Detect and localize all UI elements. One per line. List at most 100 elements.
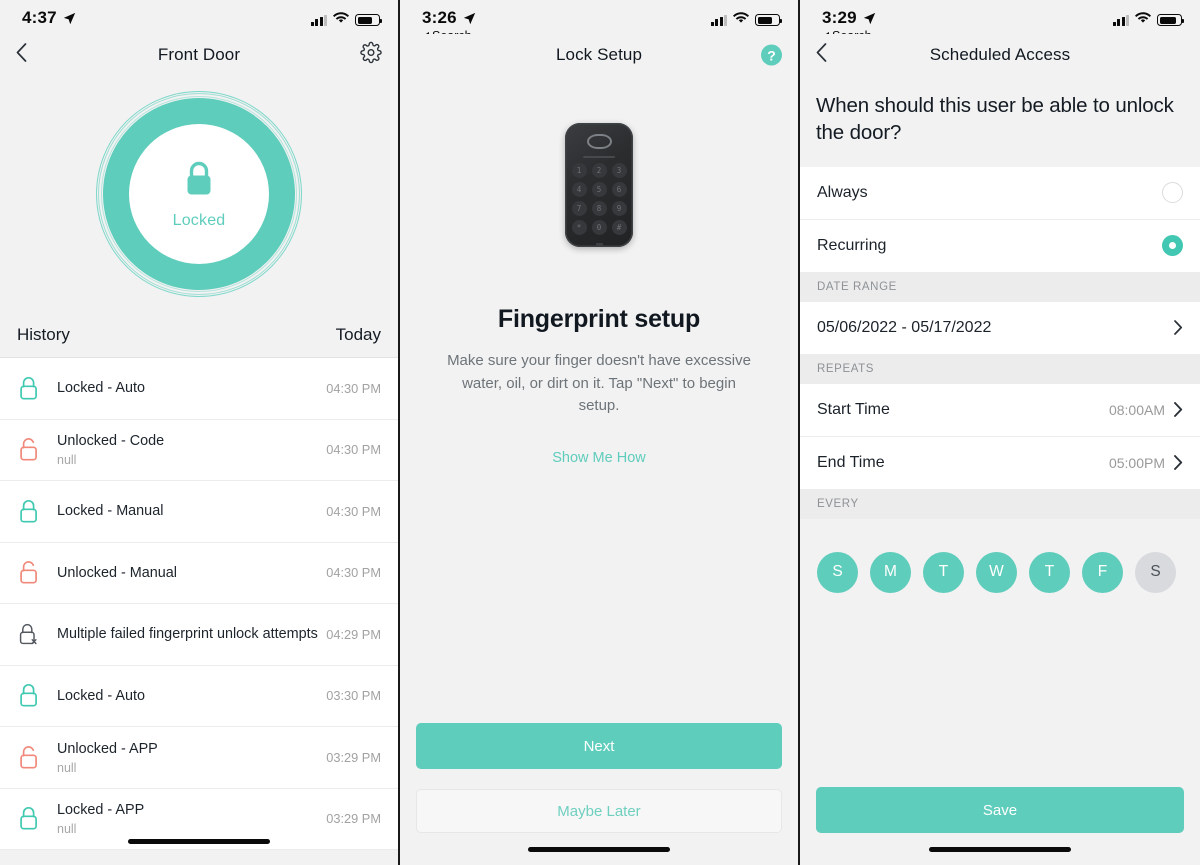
help-button[interactable]: ? [761,44,782,66]
history-row[interactable]: Locked - Auto 04:30 PM [0,358,398,420]
chevron-left-icon [16,43,27,66]
status-bar-right [310,8,383,29]
padlock-open-icon [20,745,37,769]
history-row-texts: Locked - Auto [57,379,318,397]
battery-icon [755,14,783,26]
lock-state-label: Locked [172,211,226,229]
row-label: End Time [817,453,885,471]
status-time: 4:37 [22,8,57,27]
padlock-closed-icon [17,375,57,402]
history-range-label[interactable]: Today [336,325,381,345]
keypad-key: 9 [611,201,627,217]
location-arrow-icon [463,12,476,25]
chevron-right-icon [1174,455,1183,470]
date-range-row[interactable]: 05/06/2022 - 05/17/2022 [800,301,1200,355]
start-time-row[interactable]: Start Time 08:00AM [800,383,1200,437]
padlock-open-icon [17,744,57,771]
history-row[interactable]: Locked - Auto 03:30 PM [0,665,398,727]
status-bar: 3:26 Search [400,0,798,43]
maybe-later-button[interactable]: Maybe Later [416,789,782,833]
day-toggle[interactable]: M [870,551,911,593]
lock-toggle-dial[interactable]: Locked [96,91,302,297]
keypad-key: 2 [591,163,607,179]
history-event-title: Unlocked - Code [57,433,165,450]
section-question: When should this user be able to unlock … [816,94,1174,145]
settings-button[interactable] [360,41,382,69]
padlock-failed-icon [17,621,57,648]
home-indicator[interactable] [528,846,670,852]
option-row-recurring[interactable]: Recurring [800,219,1200,273]
day-toggle[interactable]: T [1029,551,1070,593]
date-range-value: 05/06/2022 - 05/17/2022 [817,318,992,336]
keypad-key: 6 [611,182,627,198]
day-toggle[interactable]: S [817,551,858,593]
battery-icon [355,14,383,26]
history-row-texts: Unlocked - Manual [57,564,318,582]
history-event-time: 04:30 PM [326,503,381,519]
padlock-closed-icon [181,159,217,199]
history-row[interactable]: Locked - Manual 04:30 PM [0,481,398,543]
day-toggle[interactable]: S [1135,551,1176,593]
status-bar: 3:29 Search [800,0,1200,43]
history-event-title: Locked - Auto [57,380,146,397]
option-row-always[interactable]: Always [800,166,1200,220]
history-row-texts: Unlocked - Code null [57,432,318,467]
section-header-every: EVERY [800,489,1200,519]
history-row-texts: Multiple failed fingerprint unlock attem… [57,625,318,643]
history-list[interactable]: Locked - Auto 04:30 PM Unlocked - Code null… [0,358,398,850]
row-value: 08:00AM [1108,401,1165,418]
padlock-open-icon [20,561,37,584]
status-bar: 4:37 [0,0,398,34]
end-time-row[interactable]: End Time 05:00PM [800,436,1200,490]
padlock-failed-icon [19,623,37,644]
history-event-time: 03:29 PM [326,749,381,765]
history-event-title: Multiple failed fingerprint unlock attem… [57,626,318,643]
day-toggle[interactable]: W [976,551,1017,593]
nav-bar: Scheduled Access [800,34,1200,76]
next-button[interactable]: Next [416,723,782,769]
back-button[interactable] [816,43,827,67]
day-of-week-selector[interactable]: SMTWTFS [800,519,1200,593]
history-event-time: 04:30 PM [326,442,381,458]
save-button[interactable]: Save [816,787,1184,833]
history-row-texts: Locked - Auto [57,687,318,705]
history-event-time: 04:29 PM [326,626,381,642]
padlock-closed-icon [17,498,57,525]
day-toggle[interactable]: T [923,551,964,593]
home-indicator[interactable] [128,838,270,844]
history-row[interactable]: Unlocked - Manual 04:30 PM [0,542,398,604]
history-event-time: 03:30 PM [326,688,381,704]
device-bottom-port [595,243,603,247]
history-row[interactable]: Multiple failed fingerprint unlock attem… [0,604,398,666]
home-indicator[interactable] [929,846,1071,852]
nav-bar: Lock Setup ? [400,34,798,76]
three-phone-screenshots: 4:37 Front Door Locked History Today Loc… [0,0,1200,865]
radio-button-unselected[interactable] [1162,182,1183,203]
row-value: 05:00PM [1108,454,1165,471]
keypad-key: 0 [591,220,607,236]
fingerprint-reader-icon [586,134,612,149]
keypad-key: 8 [591,201,607,217]
battery-icon [1157,14,1185,26]
padlock-open-icon [17,436,57,463]
history-row[interactable]: Unlocked - APP null 03:29 PM [0,727,398,789]
history-event-time: 04:30 PM [326,565,381,581]
chevron-right-icon [1174,320,1183,335]
history-event-time: 03:29 PM [326,811,381,827]
history-row[interactable]: Unlocked - Code null 04:30 PM [0,419,398,481]
back-button[interactable] [16,43,27,67]
home-indicator-area [816,833,1184,865]
show-me-how-link[interactable]: Show Me How [552,450,645,466]
help-circle-icon: ? [761,44,782,66]
panel-lock-setup: 3:26 Search Lock Setup [400,0,798,865]
padlock-closed-icon [20,499,37,523]
option-label: Always [817,183,868,201]
setup-footer: Next Maybe Later [400,723,798,865]
day-toggle[interactable]: F [1082,551,1123,593]
wifi-icon [1135,11,1151,29]
radio-button-selected[interactable] [1162,235,1183,256]
option-label: Recurring [817,236,887,254]
history-event-title: Unlocked - Manual [57,564,177,581]
row-right: 05:00PM [1109,455,1183,471]
history-event-title: Locked - APP [57,802,145,819]
